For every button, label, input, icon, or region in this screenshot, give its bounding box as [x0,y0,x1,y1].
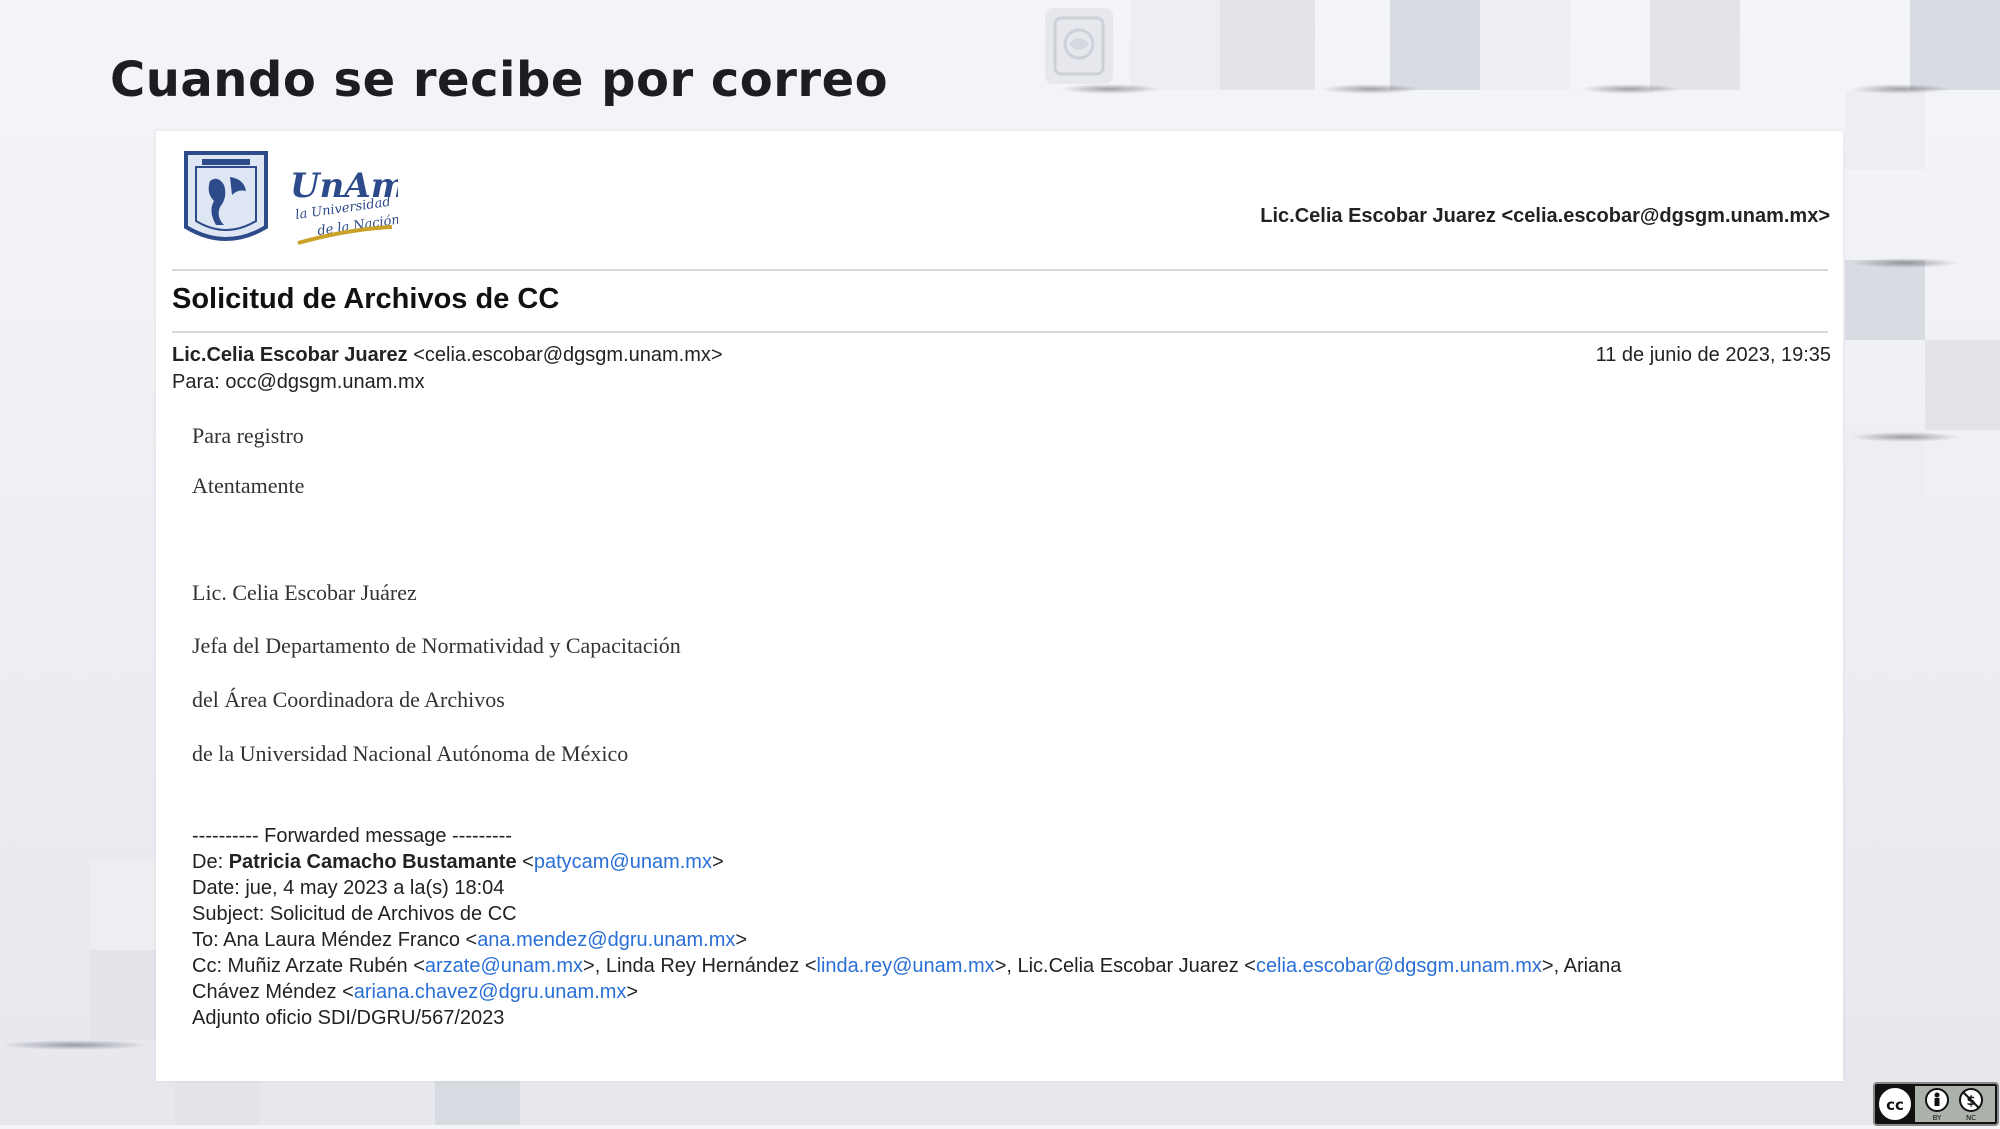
slide-title: Cuando se recibe por correo [110,52,889,108]
forwarded-subject: Subject: Solicitud de Archivos de CC [192,903,517,925]
divider [172,269,1828,271]
watermark-seal-icon [1045,8,1113,84]
from-name: Lic.Celia Escobar Juarez [172,344,408,366]
forwarded-from-name: Patricia Camacho Bustamante [228,851,517,873]
email-to: Para: occ@dgsgm.unam.mx [172,371,425,393]
forwarded-cc: Cc: Muñiz Arzate Rubén <arzate@unam.mx>,… [192,955,1622,977]
forwarded-to-email-link[interactable]: ana.mendez@dgru.unam.mx [477,929,735,951]
unam-seal-icon [180,147,272,253]
forwarded-separator: ---------- Forwarded message --------- [192,825,512,847]
email-subject: Solicitud de Archivos de CC [172,283,560,315]
signature-institution: de la Universidad Nacional Autónoma de M… [192,741,629,766]
svg-text:BY: BY [1933,1114,1942,1122]
forwarded-from-email-link[interactable]: patycam@unam.mx [534,851,712,873]
svg-text:NC: NC [1966,1114,1976,1122]
creative-commons-badge: cc BY $ NC [1873,1082,1999,1126]
email-header: UnAm la Universidad de la Nación Lic.Cel… [176,147,1836,267]
forwarded-from: De: Patricia Camacho Bustamante <patycam… [192,851,724,873]
unam-logo: UnAm la Universidad de la Nación [288,159,407,249]
divider [172,331,1828,333]
email-printout: UnAm la Universidad de la Nación Lic.Cel… [156,131,1843,1081]
cc-email-link[interactable]: celia.escobar@dgsgm.unam.mx [1256,955,1542,977]
from-address: <celia.escobar@dgsgm.unam.mx> [407,344,723,366]
body-line: Atentamente [192,473,305,498]
cc-email-link[interactable]: ariana.chavez@dgru.unam.mx [354,981,627,1003]
forwarded-cc-continued: Chávez Méndez <ariana.chavez@dgru.unam.m… [192,981,639,1003]
signature-area: del Área Coordinadora de Archivos [192,687,505,712]
svg-text:cc: cc [1886,1096,1904,1114]
signature-name: Lic. Celia Escobar Juárez [192,580,417,605]
cc-email-link[interactable]: linda.rey@unam.mx [817,955,995,977]
email-from: Lic.Celia Escobar Juarez <celia.escobar@… [172,344,723,367]
forwarded-attachment-note: Adjunto oficio SDI/DGRU/567/2023 [192,1007,505,1029]
forwarded-date: Date: jue, 4 may 2023 a la(s) 18:04 [192,877,505,899]
header-sender: Lic.Celia Escobar Juarez <celia.escobar@… [1260,205,1830,227]
cc-icon: cc [1877,1086,1913,1122]
forwarded-to: To: Ana Laura Méndez Franco <ana.mendez@… [192,929,748,951]
forwarded-message: ---------- Forwarded message --------- D… [192,823,1812,1031]
cc-email-link[interactable]: arzate@unam.mx [425,955,583,977]
email-date: 11 de junio de 2023, 19:35 [1595,344,1831,366]
body-line: Para registro [192,423,304,448]
signature-title: Jefa del Departamento de Normatividad y … [192,633,681,658]
